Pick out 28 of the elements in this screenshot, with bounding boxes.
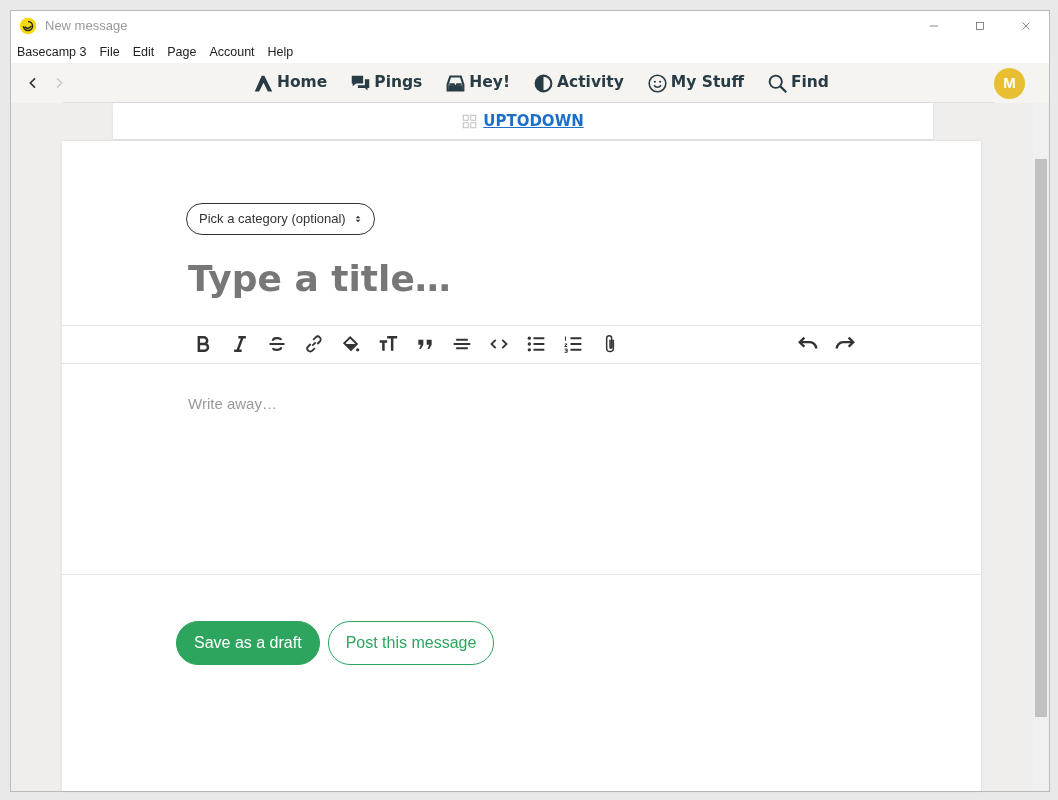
window-title: New message xyxy=(45,17,128,36)
menu-item[interactable]: Help xyxy=(267,42,294,62)
bullet-list-icon[interactable] xyxy=(525,334,546,354)
menu-item[interactable]: File xyxy=(99,42,120,62)
paint-bucket-icon[interactable] xyxy=(340,334,361,354)
nav-link[interactable]: My Stuff xyxy=(646,71,744,95)
menu-item[interactable]: Edit xyxy=(132,42,155,62)
nav-link[interactable]: Activity xyxy=(533,71,624,95)
half-circle-icon xyxy=(533,72,554,94)
menu-item[interactable]: Basecamp 3 xyxy=(17,42,87,62)
smiley-icon xyxy=(646,72,668,94)
menu-item[interactable]: Page xyxy=(167,42,197,62)
text-size-icon[interactable] xyxy=(377,334,398,354)
grid-icon xyxy=(462,113,478,129)
nav-link[interactable]: Find xyxy=(766,71,829,95)
link-icon[interactable] xyxy=(303,334,324,354)
numbered-list-icon[interactable] xyxy=(562,334,583,354)
maximize-icon[interactable] xyxy=(973,19,987,33)
menu-item[interactable]: Account xyxy=(209,42,255,62)
category-select[interactable]: Pick a category (optional) xyxy=(186,203,375,235)
app-logo-icon xyxy=(19,17,37,35)
scrollbar[interactable] xyxy=(1033,103,1049,791)
nav-link[interactable]: Hey! xyxy=(445,71,510,95)
nav-link[interactable]: Pings xyxy=(350,71,423,95)
nav-link[interactable]: Home xyxy=(253,71,328,95)
search-icon xyxy=(766,72,788,94)
inbox-icon xyxy=(445,72,467,94)
project-link[interactable]: UPTODOWN xyxy=(483,109,584,133)
